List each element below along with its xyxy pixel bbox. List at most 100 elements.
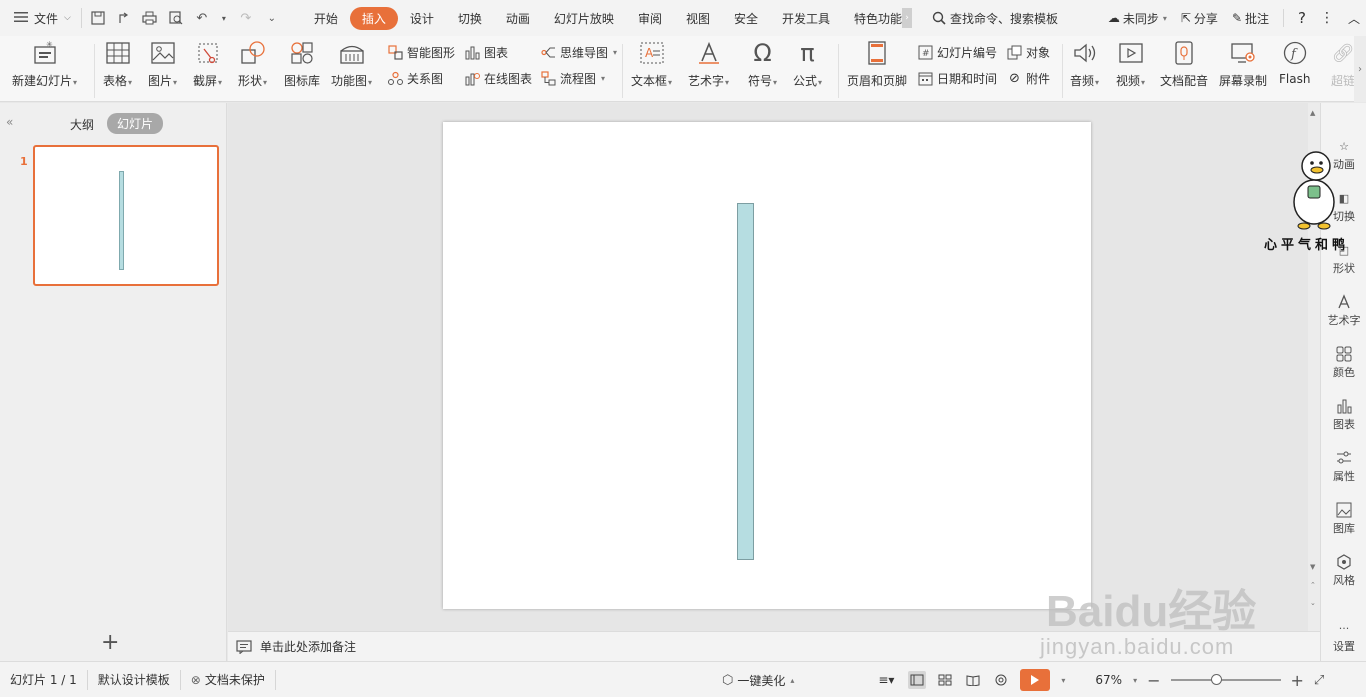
zoom-slider[interactable] (1170, 674, 1281, 685)
chevron-down-icon[interactable]: ▾ (220, 10, 228, 26)
side-gallery-button[interactable]: 图库 (1321, 501, 1366, 536)
flash-button[interactable]: f Flash (1279, 40, 1310, 86)
side-settings-button[interactable]: ··· 设置 (1321, 619, 1366, 654)
slide[interactable] (443, 122, 1091, 609)
ribbon-scroll-right-icon[interactable]: › (1354, 36, 1366, 102)
beautify-button[interactable]: ⬡ 一键美化 ▴ (722, 672, 794, 689)
textbox-button[interactable]: A 文本框▾ (631, 40, 672, 89)
comment-button[interactable]: ✎ 批注 (1232, 10, 1269, 27)
scroll-up-icon[interactable]: ▲ (1310, 109, 1315, 117)
datetime-button[interactable]: 日期和时间 (918, 70, 997, 87)
icon-library-button[interactable]: 图标库 (284, 40, 320, 89)
tab-outline[interactable]: 大纲 (60, 114, 104, 135)
customize-qa-icon[interactable]: ⌄ (264, 10, 280, 26)
attachment-button[interactable]: ⊘ 附件 (1007, 70, 1050, 87)
icon-library-label: 图标库 (284, 74, 321, 88)
tab-developer[interactable]: 开发工具 (770, 7, 842, 30)
side-style-button[interactable]: 风格 (1321, 553, 1366, 588)
fit-window-icon[interactable]: ⤢ (1314, 673, 1324, 688)
tab-special[interactable]: 特色功能 (842, 7, 906, 30)
svg-text:A: A (645, 46, 654, 60)
tab-insert[interactable]: 插入 (349, 6, 398, 30)
zoom-slider-handle[interactable] (1211, 674, 1223, 685)
tab-slideshow[interactable]: 幻灯片放映 (542, 7, 626, 30)
chart-button[interactable]: 图表 (465, 44, 508, 61)
command-search[interactable]: 查找命令、搜索模板 (932, 10, 1058, 27)
save-icon[interactable] (90, 10, 106, 26)
tab-slides[interactable]: 幻灯片 (107, 113, 164, 134)
next-slide-icon[interactable]: ⌄ (1310, 599, 1316, 607)
side-color-button[interactable]: 颜色 (1321, 345, 1366, 380)
symbol-button[interactable]: Ω 符号▾ (748, 39, 777, 89)
template-name[interactable]: 默认设计模板 (88, 669, 181, 690)
tab-security[interactable]: 安全 (722, 7, 770, 30)
object-button[interactable]: 对象 (1007, 44, 1050, 61)
presenter-view-icon[interactable] (992, 671, 1010, 689)
slide-thumbnail[interactable] (33, 145, 219, 286)
help-icon[interactable]: ? (1298, 9, 1306, 27)
side-chart-button[interactable]: 图表 (1321, 397, 1366, 432)
normal-view-icon[interactable] (908, 671, 927, 689)
notes-toggle-icon[interactable]: ≡▾ (874, 671, 898, 689)
doc-protection[interactable]: ⊗ 文档未保护 (181, 669, 276, 690)
print-preview-icon[interactable] (168, 10, 184, 26)
video-button[interactable]: 视频▾ (1116, 40, 1145, 89)
share-button[interactable]: ⇱ 分享 (1181, 10, 1218, 27)
formula-button[interactable]: π 公式▾ (793, 39, 822, 89)
tab-transition[interactable]: 切换 (446, 7, 494, 30)
undo-icon[interactable]: ↶ (194, 10, 210, 26)
online-chart-button[interactable]: 在线图表 (465, 70, 532, 87)
scroll-down-icon[interactable]: ▼ (1310, 563, 1315, 571)
slide-canvas (228, 103, 1308, 631)
tabs-scroll-right-icon[interactable]: › (902, 8, 913, 28)
tab-design[interactable]: 设计 (398, 7, 446, 30)
tab-view[interactable]: 视图 (674, 7, 722, 30)
smart-art-button[interactable]: 智能图形 (388, 44, 455, 61)
mindmap-label: 思维导图 (560, 46, 609, 60)
table-button[interactable]: 表格▾ (103, 40, 132, 89)
chevron-down-icon[interactable]: ▾ (1061, 676, 1065, 685)
function-chart-button[interactable]: 功能图▾ (331, 40, 372, 89)
header-footer-label: 页眉和页脚 (847, 74, 908, 88)
header-footer-button[interactable]: 页眉和页脚 (847, 40, 907, 89)
print-icon[interactable] (142, 10, 158, 26)
screenshot-button[interactable]: 截屏▾ (193, 40, 222, 89)
file-menu[interactable]: 文件 ⌵ (0, 0, 81, 36)
reading-view-icon[interactable] (964, 671, 982, 689)
audio-button[interactable]: 音频▾ (1070, 40, 1099, 89)
hyperlink-button[interactable]: 🔗︎ 超链 (1330, 40, 1356, 89)
prev-slide-icon[interactable]: ⌃ (1310, 581, 1316, 589)
zoom-out-icon[interactable]: − (1147, 671, 1160, 690)
shape-button[interactable]: 形状▾ (238, 40, 267, 89)
scissors-icon (195, 40, 221, 66)
side-wordart-button[interactable]: 艺术字 (1321, 293, 1366, 328)
slide-sorter-icon[interactable] (936, 671, 954, 689)
relation-chart-button[interactable]: 关系图 (388, 70, 443, 87)
tab-home[interactable]: 开始 (302, 7, 350, 30)
rectangle-shape[interactable] (737, 203, 754, 560)
play-slideshow-button[interactable] (1020, 669, 1051, 691)
more-icon[interactable]: ⋮ (1320, 10, 1334, 26)
wordart-button[interactable]: 艺术字▾ (688, 40, 729, 89)
doc-audio-button[interactable]: 文档配音 (1160, 40, 1208, 89)
collapse-ribbon-icon[interactable]: ︿ (1348, 10, 1360, 27)
slide-number-button[interactable]: # 幻灯片编号 (918, 44, 997, 61)
zoom-in-icon[interactable]: + (1291, 671, 1304, 690)
tab-review[interactable]: 审阅 (626, 7, 674, 30)
chevron-down-icon: ▾ (218, 78, 223, 87)
flowchart-button[interactable]: 流程图 ▾ (541, 70, 605, 87)
screen-record-button[interactable]: 屏幕录制 (1219, 40, 1267, 89)
add-slide-icon[interactable]: + (101, 630, 119, 655)
tab-animation[interactable]: 动画 (494, 7, 542, 30)
mindmap-button[interactable]: 思维导图 ▾ (541, 44, 617, 61)
chevron-down-icon[interactable]: ▾ (1133, 676, 1137, 685)
picture-button[interactable]: 图片▾ (148, 40, 177, 89)
export-icon[interactable] (116, 10, 132, 26)
new-slide-button[interactable]: ✳ 新建幻灯片▾ (12, 40, 77, 89)
zoom-level[interactable]: 67% (1095, 673, 1122, 687)
notes-placeholder: 单击此处添加备注 (260, 640, 357, 654)
side-properties-button[interactable]: 属性 (1321, 449, 1366, 484)
sync-button[interactable]: ☁ 未同步 ▾ (1108, 10, 1167, 27)
redo-icon[interactable]: ↷ (238, 10, 254, 26)
collapse-panel-icon[interactable]: « (6, 115, 13, 129)
